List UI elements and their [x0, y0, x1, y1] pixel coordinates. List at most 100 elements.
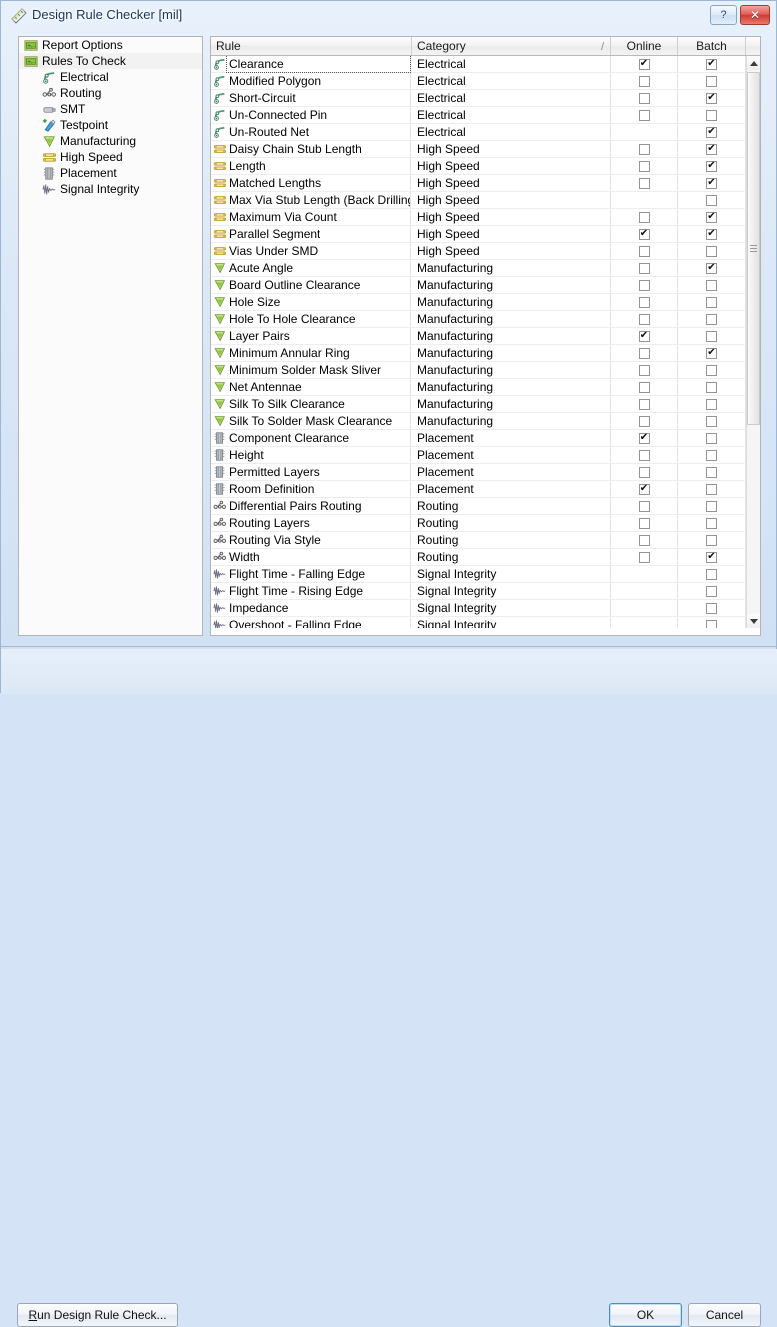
batch-checkbox[interactable]	[706, 347, 717, 359]
table-row[interactable]: Maximum Via Count High Speed	[211, 209, 746, 226]
table-row[interactable]: Board Outline Clearance Manufacturing	[211, 277, 746, 294]
online-checkbox[interactable]	[638, 245, 650, 257]
cell-batch[interactable]	[678, 328, 746, 344]
batch-checkbox[interactable]	[706, 619, 717, 628]
table-row[interactable]: Minimum Solder Mask Sliver Manufacturing	[211, 362, 746, 379]
cell-online[interactable]	[611, 226, 678, 242]
batch-checkbox[interactable]	[706, 143, 717, 155]
cell-online[interactable]	[611, 175, 678, 191]
online-checkbox[interactable]	[638, 177, 650, 189]
online-checkbox[interactable]	[638, 500, 650, 512]
batch-checkbox[interactable]	[706, 517, 717, 529]
scrollbar-thumb[interactable]	[747, 72, 760, 425]
batch-checkbox[interactable]	[706, 500, 717, 512]
cell-batch[interactable]	[678, 413, 746, 429]
cell-batch[interactable]	[678, 532, 746, 548]
cell-batch[interactable]	[678, 192, 746, 208]
batch-checkbox[interactable]	[706, 279, 717, 291]
online-checkbox[interactable]	[638, 551, 650, 563]
online-checkbox[interactable]	[638, 381, 650, 393]
cell-batch[interactable]	[678, 90, 746, 106]
cell-batch[interactable]	[678, 260, 746, 276]
cell-batch[interactable]	[678, 600, 746, 616]
batch-checkbox[interactable]	[706, 194, 717, 206]
online-checkbox[interactable]	[638, 432, 650, 444]
online-checkbox[interactable]	[638, 313, 650, 325]
batch-checkbox[interactable]	[706, 160, 717, 172]
table-row[interactable]: Max Via Stub Length (Back Drilling) High …	[211, 192, 746, 209]
cell-online[interactable]	[611, 243, 678, 259]
table-row[interactable]: Flight Time - Rising Edge Signal Integrit…	[211, 583, 746, 600]
cell-online[interactable]	[611, 379, 678, 395]
online-checkbox[interactable]	[638, 449, 650, 461]
cell-online[interactable]	[611, 56, 678, 72]
table-row[interactable]: Parallel Segment High Speed	[211, 226, 746, 243]
cell-online[interactable]	[611, 209, 678, 225]
batch-checkbox[interactable]	[706, 551, 717, 563]
ok-button[interactable]: OK	[609, 1303, 682, 1327]
online-checkbox[interactable]	[638, 109, 650, 121]
table-row[interactable]: Net Antennae Manufacturing	[211, 379, 746, 396]
scroll-down-button[interactable]	[747, 614, 760, 628]
sidebar-item-report-options[interactable]: +← Report Options	[19, 37, 202, 53]
cell-batch[interactable]	[678, 226, 746, 242]
batch-checkbox[interactable]	[706, 245, 717, 257]
cell-batch[interactable]	[678, 617, 746, 628]
table-row[interactable]: Length High Speed	[211, 158, 746, 175]
cell-online[interactable]	[611, 396, 678, 412]
table-row[interactable]: Routing Via Style Routing	[211, 532, 746, 549]
cell-online[interactable]	[611, 515, 678, 531]
sidebar-item-testpoint[interactable]: Testpoint	[19, 117, 202, 133]
table-row[interactable]: Impedance Signal Integrity	[211, 600, 746, 617]
batch-checkbox[interactable]	[706, 75, 717, 87]
online-checkbox[interactable]	[638, 92, 650, 104]
cell-online[interactable]	[611, 90, 678, 106]
batch-checkbox[interactable]	[706, 58, 717, 70]
cell-online[interactable]	[611, 345, 678, 361]
cell-batch[interactable]	[678, 345, 746, 361]
online-checkbox[interactable]	[638, 534, 650, 546]
table-row[interactable]: Daisy Chain Stub Length High Speed	[211, 141, 746, 158]
cell-batch[interactable]	[678, 549, 746, 565]
batch-checkbox[interactable]	[706, 109, 717, 121]
table-row[interactable]: Hole Size Manufacturing	[211, 294, 746, 311]
batch-checkbox[interactable]	[706, 432, 717, 444]
table-row[interactable]: Clearance Electrical	[211, 56, 746, 73]
batch-checkbox[interactable]	[706, 381, 717, 393]
batch-checkbox[interactable]	[706, 330, 717, 342]
sidebar-item-electrical[interactable]: Electrical	[19, 69, 202, 85]
cell-online[interactable]	[611, 277, 678, 293]
table-row[interactable]: Routing Layers Routing	[211, 515, 746, 532]
sidebar-item-placement[interactable]: Placement	[19, 165, 202, 181]
cell-online[interactable]	[611, 311, 678, 327]
cell-online[interactable]	[611, 73, 678, 89]
online-checkbox[interactable]	[638, 330, 650, 342]
cell-batch[interactable]	[678, 56, 746, 72]
cell-batch[interactable]	[678, 498, 746, 514]
table-row[interactable]: Room Definition Placement	[211, 481, 746, 498]
table-row[interactable]: Differential Pairs Routing Routing	[211, 498, 746, 515]
online-checkbox[interactable]	[638, 279, 650, 291]
cell-batch[interactable]	[678, 243, 746, 259]
online-checkbox[interactable]	[638, 160, 650, 172]
batch-checkbox[interactable]	[706, 585, 717, 597]
cell-batch[interactable]	[678, 464, 746, 480]
table-row[interactable]: Width Routing	[211, 549, 746, 566]
online-checkbox[interactable]	[638, 143, 650, 155]
table-row[interactable]: Silk To Solder Mask Clearance Manufacturi…	[211, 413, 746, 430]
cell-online[interactable]	[611, 464, 678, 480]
cell-batch[interactable]	[678, 141, 746, 157]
table-row[interactable]: Un-Connected Pin Electrical	[211, 107, 746, 124]
sidebar-item-signal-integrity[interactable]: Signal Integrity	[19, 181, 202, 197]
online-checkbox[interactable]	[638, 398, 650, 410]
cell-online[interactable]	[611, 413, 678, 429]
cell-online[interactable]	[611, 260, 678, 276]
cell-online[interactable]	[611, 549, 678, 565]
cell-batch[interactable]	[678, 566, 746, 582]
cell-online[interactable]	[611, 430, 678, 446]
batch-checkbox[interactable]	[706, 398, 717, 410]
batch-checkbox[interactable]	[706, 262, 717, 274]
batch-checkbox[interactable]	[706, 568, 717, 580]
online-checkbox[interactable]	[638, 483, 650, 495]
cell-online[interactable]	[611, 481, 678, 497]
